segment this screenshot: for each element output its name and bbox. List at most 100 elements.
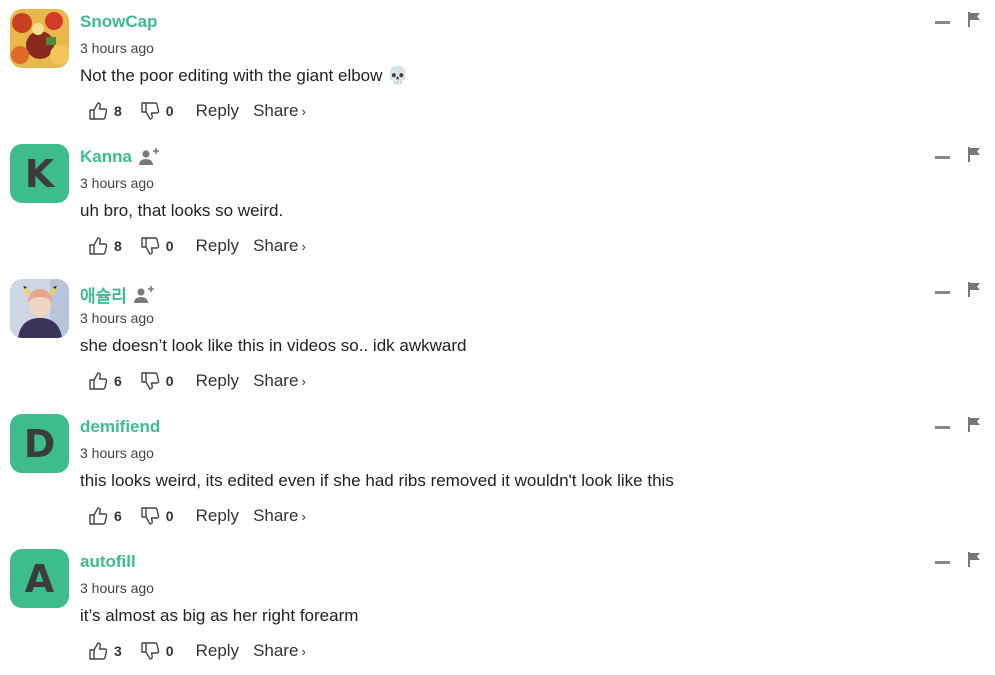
- reply-button[interactable]: Reply: [196, 101, 239, 121]
- thumbs-up-icon: [89, 102, 108, 120]
- share-button[interactable]: Share ›: [253, 236, 306, 256]
- collapse-button[interactable]: [935, 426, 950, 429]
- comment-actions: 6 0 Reply Share ›: [88, 371, 306, 391]
- thumbs-up-icon: [89, 507, 108, 525]
- like-button[interactable]: 6: [88, 371, 122, 391]
- avatar[interactable]: A: [10, 549, 69, 608]
- skull-emoji: 💀: [387, 66, 409, 86]
- comment-body: she doesn’t look like this in videos so.…: [80, 336, 467, 355]
- avatar[interactable]: [10, 279, 69, 338]
- comment-actions: 6 0 Reply Share ›: [88, 506, 306, 526]
- collapse-button[interactable]: [935, 561, 950, 564]
- share-button[interactable]: Share ›: [253, 101, 306, 121]
- comment-item: A autofill 3 hours ago it’s almost as bi…: [0, 540, 995, 675]
- dislike-count: 0: [165, 508, 174, 524]
- dislike-button[interactable]: 0: [140, 101, 174, 121]
- thumbs-down-icon: [141, 237, 160, 255]
- share-label: Share: [253, 371, 299, 390]
- reply-button[interactable]: Reply: [196, 506, 239, 526]
- dislike-button[interactable]: 0: [140, 236, 174, 256]
- chevron-right-icon: ›: [301, 239, 306, 254]
- reply-button[interactable]: Reply: [196, 371, 239, 391]
- avatar-image: [10, 9, 69, 68]
- share-label: Share: [253, 506, 299, 525]
- username-label: SnowCap: [80, 12, 158, 31]
- chevron-right-icon: ›: [301, 509, 306, 524]
- dislike-button[interactable]: 0: [140, 371, 174, 391]
- comment-item: 애슐리 3 hours ago she doesn’t look like th…: [0, 270, 995, 405]
- flag-icon[interactable]: [968, 552, 980, 567]
- username[interactable]: 애슐리: [80, 282, 156, 307]
- comment-body: this looks weird, its edited even if she…: [80, 471, 674, 490]
- share-button[interactable]: Share ›: [253, 371, 306, 391]
- thumbs-up-icon: [89, 372, 108, 390]
- timestamp: 3 hours ago: [80, 445, 154, 461]
- comment-text: uh bro, that looks so weird.: [80, 201, 283, 221]
- flag-icon[interactable]: [968, 12, 980, 27]
- username-label: demifiend: [80, 417, 161, 436]
- like-count: 8: [114, 103, 122, 119]
- comment-body: it’s almost as big as her right forearm: [80, 606, 359, 625]
- avatar-initial: D: [23, 421, 56, 466]
- collapse-button[interactable]: [935, 291, 950, 294]
- like-button[interactable]: 8: [88, 101, 122, 121]
- avatar[interactable]: D: [10, 414, 69, 473]
- like-count: 3: [114, 643, 122, 659]
- comment-text: it’s almost as big as her right forearm: [80, 606, 358, 626]
- like-count: 6: [114, 508, 122, 524]
- chevron-right-icon: ›: [301, 374, 306, 389]
- avatar-initial: K: [24, 151, 55, 196]
- comment-text: this looks weird, its edited even if she…: [80, 471, 674, 491]
- share-label: Share: [253, 641, 299, 660]
- username[interactable]: autofill: [80, 552, 136, 572]
- dislike-count: 0: [165, 373, 174, 389]
- thumbs-down-icon: [141, 507, 160, 525]
- reply-button[interactable]: Reply: [196, 236, 239, 256]
- dislike-count: 0: [165, 238, 174, 254]
- like-button[interactable]: 3: [88, 641, 122, 661]
- collapse-button[interactable]: [935, 156, 950, 159]
- like-count: 6: [114, 373, 122, 389]
- add-friend-icon[interactable]: [133, 285, 156, 305]
- like-button[interactable]: 6: [88, 506, 122, 526]
- comment-item: D demifiend 3 hours ago this looks weird…: [0, 405, 995, 540]
- timestamp: 3 hours ago: [80, 40, 154, 56]
- flag-icon[interactable]: [968, 147, 980, 162]
- thumbs-up-icon: [89, 237, 108, 255]
- comment-body: uh bro, that looks so weird.: [80, 201, 284, 220]
- username[interactable]: demifiend: [80, 417, 160, 437]
- comment-body: Not the poor editing with the giant elbo…: [80, 66, 383, 85]
- dislike-button[interactable]: 0: [140, 506, 174, 526]
- timestamp: 3 hours ago: [80, 580, 154, 596]
- avatar[interactable]: [10, 9, 69, 68]
- add-friend-icon[interactable]: [138, 147, 161, 167]
- dislike-button[interactable]: 0: [140, 641, 174, 661]
- comment-text: Not the poor editing with the giant elbo…: [80, 66, 408, 86]
- dislike-count: 0: [165, 643, 174, 659]
- username-label: Kanna: [80, 147, 132, 166]
- chevron-right-icon: ›: [301, 644, 306, 659]
- username[interactable]: SnowCap: [80, 12, 157, 32]
- like-count: 8: [114, 238, 122, 254]
- share-label: Share: [253, 236, 299, 255]
- chevron-right-icon: ›: [301, 104, 306, 119]
- like-button[interactable]: 8: [88, 236, 122, 256]
- reply-button[interactable]: Reply: [196, 641, 239, 661]
- share-button[interactable]: Share ›: [253, 641, 306, 661]
- thumbs-down-icon: [141, 372, 160, 390]
- username-label: 애슐리: [80, 287, 127, 307]
- avatar-image: [10, 279, 69, 338]
- avatar[interactable]: K: [10, 144, 69, 203]
- collapse-button[interactable]: [935, 21, 950, 24]
- comment-actions: 8 0 Reply Share ›: [88, 101, 306, 121]
- flag-icon[interactable]: [968, 282, 980, 297]
- timestamp: 3 hours ago: [80, 175, 154, 191]
- avatar-initial: A: [24, 556, 55, 601]
- thumbs-down-icon: [141, 642, 160, 660]
- dislike-count: 0: [165, 103, 174, 119]
- thumbs-down-icon: [141, 102, 160, 120]
- comment-actions: 3 0 Reply Share ›: [88, 641, 306, 661]
- share-button[interactable]: Share ›: [253, 506, 306, 526]
- flag-icon[interactable]: [968, 417, 980, 432]
- username[interactable]: Kanna: [80, 147, 161, 167]
